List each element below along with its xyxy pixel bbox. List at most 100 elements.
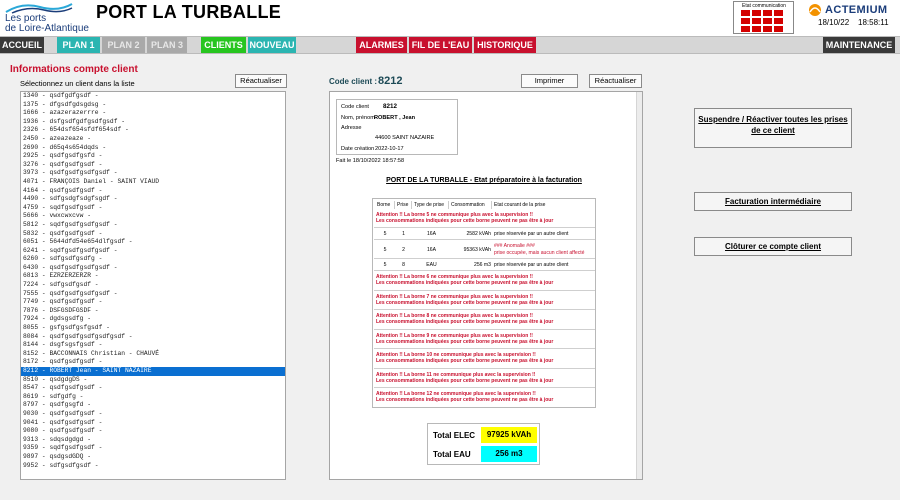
list-item[interactable]: 8084 - qsdfgsdfgsdfgsdfgsdf - (21, 333, 285, 342)
list-item[interactable]: 8547 - qsdfgsdfgsdf - (21, 384, 285, 393)
actemium-logo-icon (809, 4, 821, 16)
ports-logo: Les ports de Loire-Atlantique (2, 0, 89, 36)
comm-status-led (741, 18, 750, 24)
alert-message-detail: Les consommations indiquées pour cette b… (376, 358, 554, 365)
communication-status-label: Etat communication (742, 3, 786, 9)
list-item[interactable]: 9030 - qsdfgsdfgsdf - (21, 410, 285, 419)
list-item[interactable]: 1936 - dsfgsdfgdfgsdfgsdf - (21, 118, 285, 127)
list-item[interactable]: 9080 - qsdfgsdfgsdf - (21, 427, 285, 436)
list-item[interactable]: 6813 - EZRZERZERZR - (21, 272, 285, 281)
cell-prise: 8 (402, 262, 405, 268)
code-client-label: Code client : (329, 77, 378, 86)
comm-status-led (741, 26, 750, 32)
info-name-value: ROBERT , Jean (374, 115, 416, 121)
list-item[interactable]: 8510 - qsdgdgDS - (21, 376, 285, 385)
list-item[interactable]: 6260 - sdfgsdfgsdfg - (21, 255, 285, 264)
nav-plan1[interactable]: PLAN 1 (57, 37, 100, 53)
comm-status-led (741, 10, 750, 16)
info-created-label: Date création (341, 146, 375, 152)
list-item[interactable]: 7924 - dgdsgsdfg - (21, 315, 285, 324)
alert-row-borne-9: Attention !! La borne 9 ne communique pl… (374, 330, 595, 349)
info-address-value: 44600 SAINT NAZAIRE (375, 135, 435, 141)
suspend-reactivate-button[interactable]: Suspendre / Réactiver toutes les prises … (694, 108, 852, 148)
list-item[interactable]: 7749 - qsdfgsdfgsdf - (21, 298, 285, 307)
list-item[interactable]: 4164 - qsdfgsdfgsdf - (21, 187, 285, 196)
table-row: 5 8 EAU 256 m3 prise réservée par un aut… (374, 259, 595, 271)
nav-maintenance[interactable]: MAINTENANCE (823, 37, 895, 53)
cell-type: EAU (426, 262, 437, 268)
alert-message-detail: Les consommations indiquées pour cette b… (376, 338, 554, 345)
client-list[interactable]: 1340 - qsdfgdfgsdf -1375 - dfgsdfgdsgdsg… (20, 91, 286, 480)
list-item[interactable]: 8172 - qsdfgsdfgsdf - (21, 358, 285, 367)
list-item[interactable]: 4759 - sqdfgsdfgsdf - (21, 204, 285, 213)
nav-historique[interactable]: HISTORIQUE (474, 37, 536, 53)
page-title: PORT LA TURBALLE (96, 2, 282, 22)
list-item[interactable]: 5812 - sqdfgsdfgsdfgsdf - (21, 221, 285, 230)
table-header-conso: Consommation (449, 201, 492, 209)
alert-row-borne-11: Attention !! La borne 11 ne communique p… (374, 369, 595, 388)
info-created-value: 2022-10-17 (375, 146, 404, 152)
nav-plan2[interactable]: PLAN 2 (102, 37, 145, 53)
billing-table: Borne Prise Type de prise Consommation E… (372, 198, 596, 408)
logo-text-line2: de Loire-Atlantique (5, 23, 89, 34)
current-date: 18/10/22 (818, 18, 850, 27)
comm-status-led (763, 10, 772, 16)
list-item[interactable]: 8144 - dsgfsgsfgsdf - (21, 341, 285, 350)
report-scrollbar[interactable] (636, 92, 642, 479)
list-item[interactable]: 5666 - vwxcwxcvw - (21, 212, 285, 221)
list-item[interactable]: 6430 - qsdfgsdfgsdfgsdf - (21, 264, 285, 273)
list-item[interactable]: 7224 - sdfgsdfgsdf - (21, 281, 285, 290)
billing-report: Code client 8212 Nom, prénom ROBERT , Je… (329, 91, 643, 480)
nav-accueil[interactable]: ACCUEIL (0, 37, 44, 53)
nav-plan3[interactable]: PLAN 3 (147, 37, 187, 53)
brand-name: ACTEMIUM (825, 4, 888, 16)
nav-clients[interactable]: CLIENTS (201, 37, 246, 53)
table-header-borne: Borne (375, 201, 395, 209)
list-item[interactable]: 1340 - qsdfgdfgsdf - (21, 92, 285, 101)
list-item[interactable]: 3276 - qsdfgsdfgsdf - (21, 161, 285, 170)
list-item[interactable]: 1666 - azazerazerrre - (21, 109, 285, 118)
list-item[interactable]: 6051 - 5644dfd54e654dlfgsdf - (21, 238, 285, 247)
list-item[interactable]: 8619 - sdfgdfg - (21, 393, 285, 402)
list-item[interactable]: 1375 - dfgsdfgdsgdsg - (21, 101, 285, 110)
list-item[interactable]: 7555 - qsdfgsdfgsdfgsdf - (21, 290, 285, 299)
list-item[interactable]: 4490 - sdfgsdgfsdgfsgdf - (21, 195, 285, 204)
list-item[interactable]: 7876 - DSFGSDFGSDF - (21, 307, 285, 316)
list-item[interactable]: 3973 - qsdfgsdfgsdfgsdf - (21, 169, 285, 178)
cell-prise: 2 (402, 247, 405, 253)
totals-box: Total ELEC 97925 kVAh Total EAU 256 m3 (427, 423, 540, 465)
alert-message-detail: Les consommations indiquées pour cette b… (376, 377, 554, 384)
list-item[interactable]: 9359 - sqdfgsdfgsdf - (21, 444, 285, 453)
list-item[interactable]: 8797 - qsdfgsgfd - (21, 401, 285, 410)
list-item[interactable]: 8212 - ROBERT Jean - SAINT NAZAIRE (21, 367, 285, 376)
refresh-list-button[interactable]: Réactualiser (235, 74, 287, 88)
list-item[interactable]: 4071 - FRANÇOIS Daniel - SAINT VIAUD (21, 178, 285, 187)
report-timestamp: Fait le 18/10/2022 18:57:58 (336, 158, 405, 164)
close-account-button[interactable]: Clôturer ce compte client (694, 237, 852, 256)
main-nav: ACCUEIL PLAN 1 PLAN 2 PLAN 3 CLIENTS NOU… (0, 37, 900, 54)
list-item[interactable]: 9313 - sdqsdgdgd - (21, 436, 285, 445)
alert-row-borne-6: Attention !! La borne 6 ne communique pl… (374, 271, 595, 291)
intermediate-billing-button[interactable]: Facturation intermédiaire (694, 192, 852, 211)
nav-fil-de-leau[interactable]: FIL DE L'EAU (409, 37, 472, 53)
list-item[interactable]: 2925 - qsdfgsdfgsfd - (21, 152, 285, 161)
list-item[interactable]: 9952 - sdfgsdfgsdf - (21, 462, 285, 471)
list-item[interactable]: 2326 - 654dsf654sfdf654sdf - (21, 126, 285, 135)
table-header-type: Type de prise (412, 201, 449, 209)
list-item[interactable]: 6241 - sqdfgsdfgsdfgsdf - (21, 247, 285, 256)
alert-row-borne-7: Attention !! La borne 7 ne communique pl… (374, 291, 595, 310)
list-item[interactable]: 9897 - qsdgsdGDQ - (21, 453, 285, 462)
list-item[interactable]: 5832 - qsdfgsdfgsdf - (21, 230, 285, 239)
info-address-label: Adresse (341, 125, 362, 131)
nav-alarmes[interactable]: ALARMES (356, 37, 407, 53)
cell-borne: 5 (383, 247, 387, 253)
print-button[interactable]: Imprimer (521, 74, 578, 88)
list-item[interactable]: 2450 - azeazeaze - (21, 135, 285, 144)
cell-etat: prise réservée par un autre client (494, 231, 569, 237)
list-item[interactable]: 8152 - BACCONNAIS Christian - CHAUVÉ (21, 350, 285, 359)
list-item[interactable]: 8055 - gsfgsdfgsfgsdf - (21, 324, 285, 333)
refresh-report-button[interactable]: Réactualiser (589, 74, 642, 88)
list-item[interactable]: 9041 - qsdfgsdfgsdf - (21, 419, 285, 428)
list-item[interactable]: 2690 - d65q4s654dqds - (21, 144, 285, 153)
nav-nouveau[interactable]: NOUVEAU (248, 37, 296, 53)
